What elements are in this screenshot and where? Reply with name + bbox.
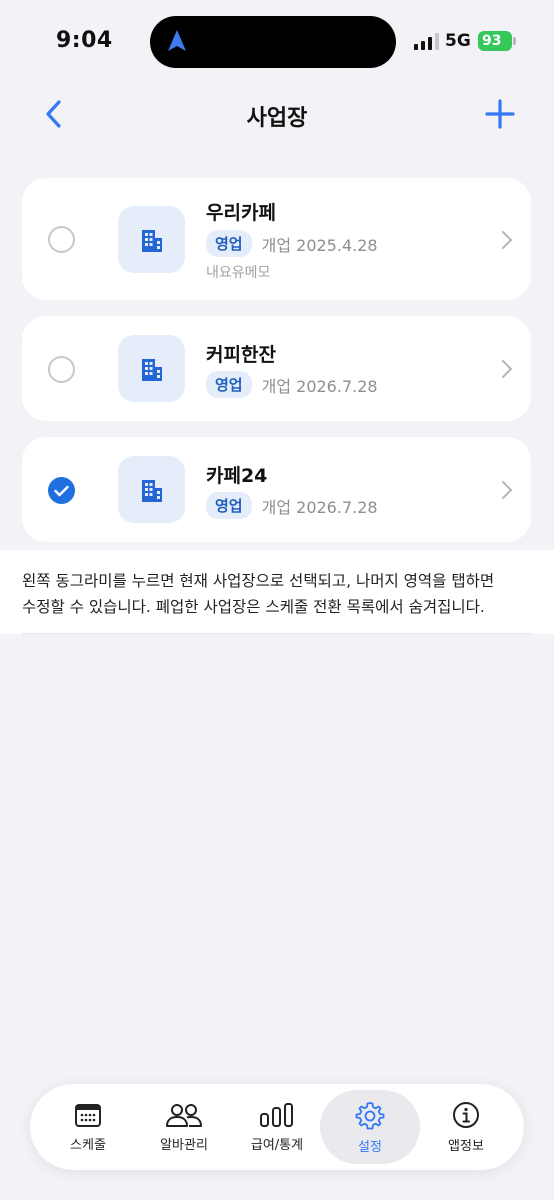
tab-label: 앱정보 <box>448 1138 484 1154</box>
tab-payroll[interactable]: 급여/통계 <box>227 1090 327 1164</box>
workplace-name: 카페24 <box>206 465 268 487</box>
status-bar: 9:04 5G 93 <box>0 0 554 84</box>
tab-label: 스케줄 <box>70 1137 106 1153</box>
tab-settings[interactable]: 설정 <box>320 1090 420 1164</box>
status-time: 9:04 <box>56 28 113 53</box>
tab-staff[interactable]: 알바관리 <box>134 1090 234 1164</box>
divider <box>22 633 531 634</box>
tab-schedule[interactable]: 스케줄 <box>38 1090 138 1164</box>
chevron-right-icon <box>502 360 513 378</box>
opened-date: 개업 2026.7.28 <box>261 497 378 517</box>
building-icon <box>118 206 185 273</box>
battery-level: 93 <box>482 33 502 49</box>
signal-icon <box>414 32 439 50</box>
workplace-card[interactable]: 커피한잔 영업 개업 2026.7.28 <box>22 316 531 421</box>
bottom-tab-bar: 스케줄 알바관리 급여/통계 설정 앱정보 <box>30 1084 524 1170</box>
calendar-icon <box>75 1103 101 1127</box>
status-badge: 영업 <box>206 371 252 398</box>
workplace-card[interactable]: 카페24 영업 개업 2026.7.28 <box>22 437 531 542</box>
chevron-right-icon <box>502 481 513 499</box>
opened-date: 개업 2026.7.28 <box>261 376 378 396</box>
opened-date: 개업 2025.4.28 <box>261 235 378 255</box>
workplace-name: 커피한잔 <box>206 344 276 366</box>
status-badge: 영업 <box>206 230 252 257</box>
help-notice: 왼쪽 동그라미를 누르면 현재 사업장으로 선택되고, 나머지 영역을 탭하면 … <box>0 550 554 634</box>
gear-icon <box>355 1101 385 1129</box>
notice-line: 왼쪽 동그라미를 누르면 현재 사업장으로 선택되고, 나머지 영역을 탭하면 <box>22 572 495 590</box>
select-radio[interactable] <box>48 477 75 504</box>
header: 사업장 <box>0 84 554 144</box>
location-arrow-icon <box>168 30 186 51</box>
tab-label: 설정 <box>358 1139 382 1155</box>
page-title: 사업장 <box>246 106 308 131</box>
select-radio[interactable] <box>48 226 75 253</box>
people-icon <box>166 1103 202 1127</box>
notice-line: 수정할 수 있습니다. 폐업한 사업장은 스케줄 전환 목록에서 숨겨집니다. <box>22 598 485 616</box>
network-type: 5G <box>445 31 471 51</box>
workplace-card[interactable]: 우리카페 영업 개업 2025.4.28 내요유메모 <box>22 178 531 300</box>
select-radio[interactable] <box>48 356 75 383</box>
building-icon <box>118 335 185 402</box>
tab-label: 알바관리 <box>160 1137 208 1153</box>
add-workplace-button[interactable] <box>484 98 516 130</box>
tab-app-info[interactable]: 앱정보 <box>416 1090 516 1164</box>
building-icon <box>118 456 185 523</box>
checkmark-icon <box>54 485 69 496</box>
tab-label: 급여/통계 <box>250 1137 304 1153</box>
info-icon <box>453 1101 479 1128</box>
workplace-name: 우리카페 <box>206 202 276 224</box>
battery-icon: 93 <box>478 31 516 51</box>
workplace-memo: 내요유메모 <box>206 265 271 281</box>
bar-chart-icon <box>260 1102 293 1127</box>
chevron-right-icon <box>502 231 513 249</box>
status-badge: 영업 <box>206 492 252 519</box>
